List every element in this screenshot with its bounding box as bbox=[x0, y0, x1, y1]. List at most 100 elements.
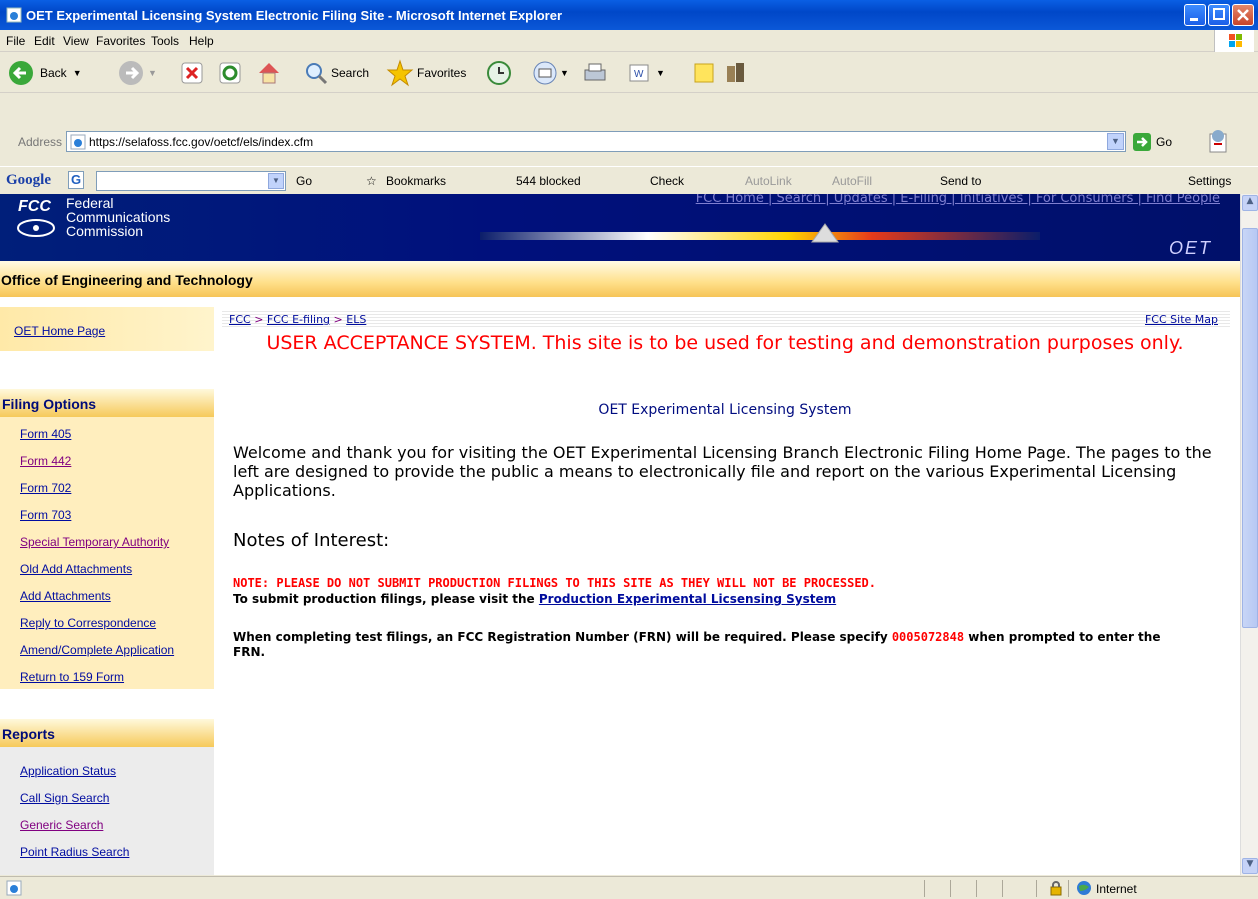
search-button[interactable]: Search bbox=[304, 58, 369, 88]
scroll-down-icon[interactable]: ▼ bbox=[1242, 858, 1258, 874]
address-input[interactable]: https://selafoss.fcc.gov/oetcf/els/index… bbox=[66, 131, 1126, 152]
scroll-thumb[interactable] bbox=[1242, 228, 1258, 628]
print-button[interactable] bbox=[582, 58, 608, 88]
refresh-button[interactable] bbox=[218, 58, 242, 88]
word-icon: W bbox=[629, 64, 649, 82]
google-search-input[interactable]: ▼ bbox=[96, 171, 286, 191]
maximize-button[interactable] bbox=[1208, 4, 1230, 26]
fcc-banner: FCC Federal Communications Commission FC… bbox=[0, 194, 1240, 261]
google-g-icon[interactable]: G bbox=[68, 171, 84, 189]
spell-check[interactable]: Check bbox=[650, 174, 684, 188]
dropdown-arrow-icon[interactable]: ▼ bbox=[73, 68, 82, 78]
search-label: Search bbox=[331, 66, 370, 80]
menu-tools[interactable]: Tools bbox=[151, 34, 179, 48]
sta-link[interactable]: Special Temporary Authority bbox=[20, 535, 169, 549]
menu-view[interactable]: View bbox=[63, 34, 89, 48]
point-radius-search-link[interactable]: Point Radius Search bbox=[20, 845, 129, 859]
research-button[interactable] bbox=[724, 58, 750, 88]
breadcrumb-efiling[interactable]: FCC E-filing bbox=[267, 313, 330, 326]
old-add-attachments-link[interactable]: Old Add Attachments bbox=[20, 562, 132, 576]
autolink: AutoLink bbox=[745, 174, 792, 188]
menu-file[interactable]: File bbox=[6, 34, 25, 48]
mail-button[interactable]: ▼ bbox=[532, 58, 569, 88]
google-toolbar: Google G ▼ Go ☆ Bookmarks 544 blocked Ch… bbox=[0, 166, 1258, 194]
production-els-link[interactable]: Production Experimental Licsensing Syste… bbox=[539, 592, 836, 606]
reply-correspondence-link[interactable]: Reply to Correspondence bbox=[20, 616, 156, 630]
research-icon bbox=[727, 63, 744, 82]
frn-note: When completing test filings, an FCC Reg… bbox=[233, 630, 1193, 660]
google-bookmarks[interactable]: Bookmarks bbox=[386, 174, 446, 188]
vertical-scrollbar[interactable]: ▲ ▼ bbox=[1240, 194, 1258, 875]
filing-options-header: Filing Options bbox=[0, 389, 214, 417]
ie-page-icon bbox=[6, 7, 22, 23]
filing-options-box: Form 405 Form 442 Form 702 Form 703 Spec… bbox=[0, 417, 214, 689]
form-442-link[interactable]: Form 442 bbox=[20, 454, 71, 468]
menu-edit[interactable]: Edit bbox=[34, 34, 55, 48]
banner-light-beam bbox=[480, 232, 1040, 240]
status-divider bbox=[1002, 880, 1003, 897]
site-map-link[interactable]: FCC Site Map bbox=[1145, 313, 1218, 326]
form-702-link[interactable]: Form 702 bbox=[20, 481, 71, 495]
go-label: Go bbox=[1156, 135, 1173, 149]
breadcrumb: FCC > FCC E-filing > ELS bbox=[229, 313, 366, 326]
address-url: https://selafoss.fcc.gov/oetcf/els/index… bbox=[89, 135, 314, 149]
status-divider bbox=[976, 880, 977, 897]
system-name: OET Experimental Licensing System bbox=[598, 402, 852, 418]
favorites-button[interactable]: Favorites bbox=[386, 58, 466, 88]
home-button[interactable] bbox=[256, 58, 282, 88]
return-159-link[interactable]: Return to 159 Form bbox=[20, 670, 124, 684]
form-703-link[interactable]: Form 703 bbox=[20, 508, 71, 522]
close-button[interactable] bbox=[1232, 4, 1254, 26]
menu-help[interactable]: Help bbox=[189, 34, 214, 48]
generic-search-link[interactable]: Generic Search bbox=[20, 818, 103, 832]
history-button[interactable] bbox=[486, 58, 512, 88]
fcc-top-links[interactable]: FCC Home | Search | Updates | E-Filing |… bbox=[696, 194, 1220, 206]
dropdown-arrow-icon[interactable]: ▼ bbox=[560, 68, 569, 78]
menu-favorites[interactable]: Favorites bbox=[96, 34, 145, 48]
title-bar: OET Experimental Licensing System Electr… bbox=[0, 0, 1258, 30]
status-divider bbox=[1036, 880, 1037, 897]
google-go[interactable]: Go bbox=[296, 174, 312, 188]
bookmarks-star-icon[interactable]: ☆ bbox=[366, 174, 377, 188]
org-line: Communications bbox=[66, 209, 171, 225]
window-title: OET Experimental Licensing System Electr… bbox=[26, 8, 563, 23]
note-icon bbox=[694, 63, 714, 83]
acrobat-button[interactable] bbox=[1206, 128, 1232, 157]
dropdown-arrow-icon[interactable]: ▼ bbox=[656, 68, 665, 78]
page-content: FCC Federal Communications Commission FC… bbox=[0, 194, 1240, 875]
address-dropdown-icon[interactable]: ▼ bbox=[1107, 133, 1124, 150]
back-button[interactable]: Back ▼ bbox=[8, 58, 82, 88]
edit-word-button[interactable]: W ▼ bbox=[628, 58, 665, 88]
refresh-icon bbox=[219, 62, 241, 84]
send-to[interactable]: Send to bbox=[940, 174, 981, 188]
history-icon bbox=[487, 61, 511, 85]
minimize-button[interactable] bbox=[1184, 4, 1206, 26]
back-arrow-icon bbox=[9, 61, 33, 85]
breadcrumb-separator: > bbox=[330, 313, 347, 326]
dropdown-arrow-icon[interactable]: ▼ bbox=[148, 68, 157, 78]
form-405-link[interactable]: Form 405 bbox=[20, 427, 71, 441]
notes-button[interactable] bbox=[692, 58, 716, 88]
oet-home-link[interactable]: OET Home Page bbox=[14, 324, 105, 338]
breadcrumb-fcc[interactable]: FCC bbox=[229, 313, 251, 326]
amend-application-link[interactable]: Amend/Complete Application bbox=[20, 643, 174, 657]
stop-button[interactable] bbox=[180, 58, 204, 88]
status-bar: Internet bbox=[0, 876, 1258, 899]
scroll-up-icon[interactable]: ▲ bbox=[1242, 195, 1258, 211]
forward-button[interactable]: ▼ bbox=[118, 58, 157, 88]
sidebar: OET Home Page Filing Options Form 405 Fo… bbox=[0, 297, 214, 875]
go-button[interactable]: Go bbox=[1132, 132, 1172, 152]
call-sign-search-link[interactable]: Call Sign Search bbox=[20, 791, 109, 805]
lock-icon bbox=[1050, 881, 1062, 896]
production-note-text: To submit production filings, please vis… bbox=[233, 592, 539, 606]
google-settings[interactable]: Settings bbox=[1188, 174, 1231, 188]
add-attachments-link[interactable]: Add Attachments bbox=[20, 589, 111, 603]
application-status-link[interactable]: Application Status bbox=[20, 764, 116, 778]
notes-heading: Notes of Interest: bbox=[233, 530, 390, 551]
breadcrumb-rule bbox=[222, 309, 1230, 327]
dropdown-arrow-icon[interactable]: ▼ bbox=[268, 173, 284, 189]
breadcrumb-els[interactable]: ELS bbox=[346, 313, 366, 326]
forward-arrow-icon bbox=[119, 61, 143, 85]
security-zone: Internet bbox=[1096, 882, 1137, 896]
popup-blocked[interactable]: 544 blocked bbox=[516, 174, 581, 188]
